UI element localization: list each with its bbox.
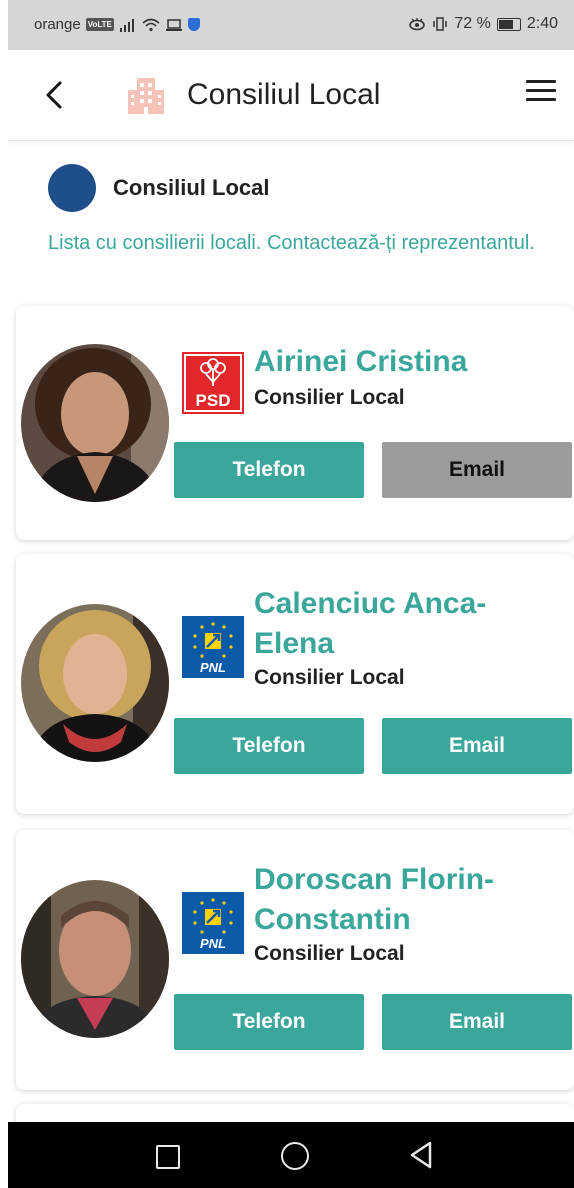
councillor-name-line: Calenciuc Anca- bbox=[254, 587, 487, 620]
status-left: orange VoLTE bbox=[34, 16, 200, 33]
svg-text:PNL: PNL bbox=[200, 936, 226, 951]
councillor-name-line: Elena bbox=[254, 627, 335, 660]
section-description: Lista cu consilierii locali. Contactează… bbox=[48, 232, 535, 254]
wifi-icon bbox=[142, 18, 160, 31]
pnl-logo-icon: PNL bbox=[182, 892, 244, 954]
page-title: Consiliul Local bbox=[187, 78, 381, 111]
section-avatar bbox=[48, 164, 96, 212]
app-header: Consiliul Local bbox=[8, 50, 574, 141]
portrait-photo bbox=[21, 604, 169, 762]
portrait-photo bbox=[21, 880, 169, 1038]
councillor-card: PSD Airinei Cristina Consilier Local Tel… bbox=[16, 306, 574, 540]
status-bar: orange VoLTE 72 % 2:40 bbox=[8, 0, 574, 50]
battery-percent: 72 % bbox=[454, 15, 491, 32]
pnl-logo-icon: PNL bbox=[182, 616, 244, 678]
phone-button[interactable]: Telefon bbox=[174, 994, 364, 1050]
email-button[interactable]: Email bbox=[382, 718, 572, 774]
back-icon[interactable] bbox=[38, 77, 68, 113]
councillor-name: Calenciuc Anca- Elena bbox=[254, 584, 574, 664]
portrait-photo bbox=[21, 344, 169, 502]
avatar bbox=[21, 880, 169, 1038]
email-button[interactable]: Email bbox=[382, 994, 572, 1050]
battery-icon bbox=[496, 17, 521, 31]
laptop-icon bbox=[165, 18, 182, 31]
councillor-role: Consilier Local bbox=[254, 386, 405, 409]
councillor-name: Airinei Cristina bbox=[254, 345, 468, 378]
volte-badge: VoLTE bbox=[85, 18, 114, 31]
councillor-card: PNL Calenciuc Anca- Elena Consilier Loca… bbox=[16, 554, 574, 814]
phone-button[interactable]: Telefon bbox=[174, 718, 364, 774]
shield-icon bbox=[187, 18, 200, 31]
email-button[interactable]: Email bbox=[382, 442, 572, 498]
councillor-name-line: Constantin bbox=[254, 903, 411, 936]
councillor-card: PNL Doroscan Florin- Constantin Consilie… bbox=[16, 830, 574, 1090]
councillor-name: Doroscan Florin- Constantin bbox=[254, 860, 574, 940]
svg-text:PNL: PNL bbox=[200, 660, 226, 675]
building-icon bbox=[128, 78, 164, 114]
psd-logo-icon: PSD bbox=[182, 352, 244, 414]
app-screen: orange VoLTE 72 % 2:40 Consiliul Local C… bbox=[8, 0, 574, 1188]
phone-button[interactable]: Telefon bbox=[174, 442, 364, 498]
nav-back-icon[interactable] bbox=[408, 1140, 434, 1170]
eye-comfort-icon bbox=[409, 18, 426, 31]
signal-icon bbox=[119, 18, 134, 32]
avatar bbox=[21, 344, 169, 502]
hamburger-menu-icon[interactable] bbox=[526, 80, 556, 102]
system-nav-bar bbox=[8, 1122, 574, 1188]
councillor-name-line: Doroscan Florin- bbox=[254, 863, 495, 896]
vibrate-icon bbox=[433, 17, 448, 31]
clock: 2:40 bbox=[526, 15, 558, 32]
section-title: Consiliul Local bbox=[113, 175, 270, 200]
carrier-name: orange bbox=[34, 16, 81, 33]
avatar bbox=[21, 604, 169, 762]
status-right: 72 % 2:40 bbox=[408, 15, 558, 33]
recent-apps-icon[interactable] bbox=[156, 1145, 180, 1169]
councillor-role: Consilier Local bbox=[254, 942, 405, 965]
councillor-role: Consilier Local bbox=[254, 666, 405, 689]
svg-text:PSD: PSD bbox=[196, 391, 231, 410]
home-icon[interactable] bbox=[281, 1142, 309, 1170]
